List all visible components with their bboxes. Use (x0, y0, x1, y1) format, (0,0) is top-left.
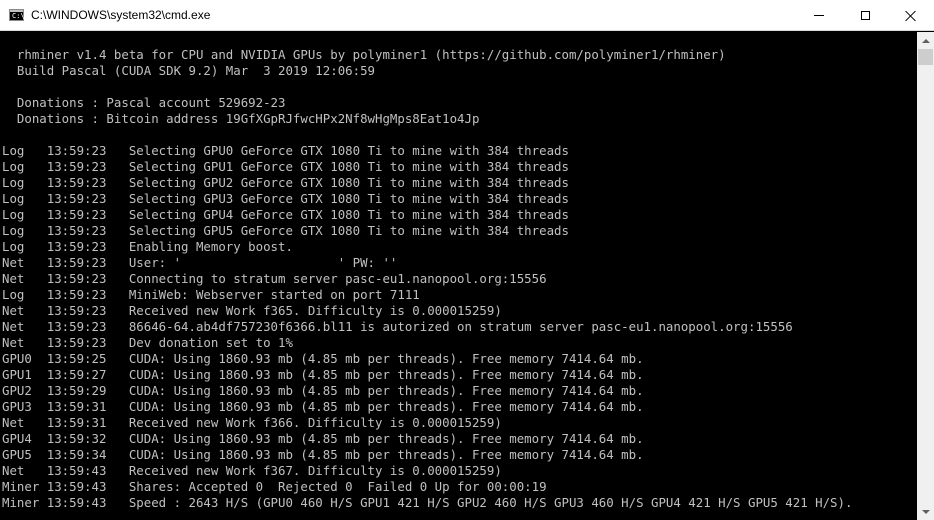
scroll-down-arrow-icon (921, 509, 930, 514)
console-line: Log 13:59:23 Selecting GPU0 GeForce GTX … (2, 143, 569, 158)
scrollbar-thumb[interactable] (918, 49, 933, 65)
minimize-button[interactable] (796, 0, 842, 31)
console-output[interactable]: rhminer v1.4 beta for CPU and NVIDIA GPU… (0, 32, 917, 520)
close-icon (905, 10, 917, 22)
console-line: Net 13:59:23 Connecting to stratum serve… (2, 271, 547, 286)
console-line: Net 13:59:23 86646-64.ab4df757230f6366.b… (2, 319, 793, 334)
scroll-up-button[interactable] (917, 32, 934, 49)
console-line: Log 13:59:23 Selecting GPU4 GeForce GTX … (2, 207, 569, 222)
console-line: Log 13:59:23 MiniWeb: Webserver started … (2, 287, 420, 302)
console-line: GPU0 13:59:25 CUDA: Using 1860.93 mb (4.… (2, 351, 644, 366)
window-title: C:\WINDOWS\system32\cmd.exe (31, 8, 211, 22)
cmd-icon[interactable]: C:\ (9, 9, 25, 21)
console-line: Net 13:59:31 Received new Work f366. Dif… (2, 415, 502, 430)
console-line: rhminer v1.4 beta for CPU and NVIDIA GPU… (2, 47, 726, 62)
console-line: Log 13:59:23 Selecting GPU5 GeForce GTX … (2, 223, 569, 238)
console-line: Net 13:59:23 Dev donation set to 1% (2, 335, 293, 350)
console-line: Miner 13:59:43 Speed : 2643 H/S (GPU0 46… (2, 495, 853, 510)
console-line: Donations : Pascal account 529692-23 (2, 95, 286, 110)
console-line: Donations : Bitcoin address 19GfXGpRJfwc… (2, 111, 480, 126)
console-line: Net 13:59:23 Received new Work f365. Dif… (2, 303, 502, 318)
maximize-icon (860, 11, 870, 20)
minimize-icon (814, 15, 824, 16)
console-line: Log 13:59:23 Selecting GPU2 GeForce GTX … (2, 175, 569, 190)
scroll-up-arrow-icon (921, 38, 930, 43)
cmd-window: C:\ C:\WINDOWS\system32\cmd.exe rhminer … (0, 0, 934, 520)
console-line: Miner 13:59:43 Shares: Accepted 0 Reject… (2, 479, 547, 494)
maximize-button[interactable] (842, 0, 888, 31)
console-line: Log 13:59:23 Selecting GPU3 GeForce GTX … (2, 191, 569, 206)
console-line: Build Pascal (CUDA SDK 9.2) Mar 3 2019 1… (2, 63, 375, 78)
console-line: Net 13:59:43 Received new Work f367. Dif… (2, 463, 502, 478)
vertical-scrollbar[interactable] (917, 32, 934, 520)
console-lines: rhminer v1.4 beta for CPU and NVIDIA GPU… (2, 47, 852, 511)
close-button[interactable] (888, 0, 934, 31)
scroll-down-button[interactable] (917, 503, 934, 520)
cmd-icon-prompt: C:\ (12, 12, 25, 20)
title-bar[interactable]: C:\ C:\WINDOWS\system32\cmd.exe (0, 0, 934, 31)
console-line: GPU5 13:59:34 CUDA: Using 1860.93 mb (4.… (2, 447, 644, 462)
console-line: GPU4 13:59:32 CUDA: Using 1860.93 mb (4.… (2, 431, 644, 446)
console-line: GPU2 13:59:29 CUDA: Using 1860.93 mb (4.… (2, 383, 644, 398)
console-line: GPU3 13:59:31 CUDA: Using 1860.93 mb (4.… (2, 399, 644, 414)
console-line: GPU1 13:59:27 CUDA: Using 1860.93 mb (4.… (2, 367, 644, 382)
console-line: Log 13:59:23 Enabling Memory boost. (2, 239, 293, 254)
console-line: Net 13:59:23 User: ' ' PW: '' (2, 255, 398, 270)
console-line: Log 13:59:23 Selecting GPU1 GeForce GTX … (2, 159, 569, 174)
